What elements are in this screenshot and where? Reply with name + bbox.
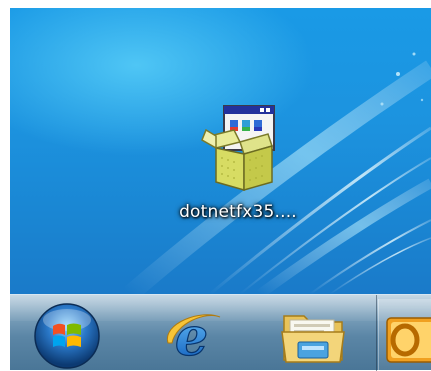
internet-explorer-button[interactable]: e <box>156 299 232 371</box>
desktop-icon-label: dotnetfx35.... <box>179 202 297 222</box>
internet-explorer-icon: e <box>167 306 221 367</box>
screenshot-frame: dotnetfx35.... e <box>0 0 431 371</box>
start-button[interactable] <box>24 299 110 371</box>
outlook-button[interactable] <box>378 299 431 371</box>
taskbar-divider <box>376 295 377 371</box>
desktop[interactable]: dotnetfx35.... <box>10 8 431 294</box>
folder-library-icon <box>281 315 345 363</box>
installer-package-icon <box>201 105 275 191</box>
outlook-icon <box>386 317 431 363</box>
taskbar: e <box>10 294 431 371</box>
windows-orb-icon <box>34 303 100 369</box>
windows-explorer-button[interactable] <box>270 299 356 371</box>
desktop-icon-dotnetfx35[interactable]: dotnetfx35.... <box>168 100 308 230</box>
